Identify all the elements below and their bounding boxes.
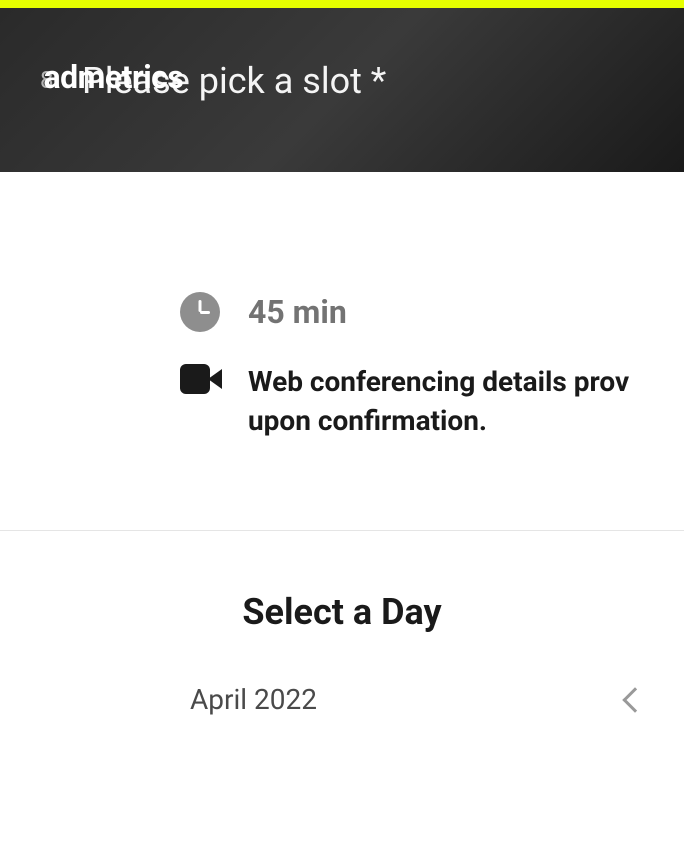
header: 8 admetrics Please pick a slot * — [0, 8, 684, 172]
duration-label: 45 min — [248, 292, 347, 332]
clock-icon — [180, 292, 220, 332]
brand-logo: admetrics — [44, 58, 184, 96]
divider — [0, 530, 684, 531]
accent-bar — [0, 0, 684, 8]
month-label: April 2022 — [190, 683, 317, 716]
duration-row: 45 min — [0, 292, 684, 362]
month-navigation: April 2022 — [0, 633, 684, 716]
conferencing-label: Web conferencing details prov upon confi… — [248, 362, 684, 440]
chevron-left-icon[interactable] — [622, 687, 647, 712]
select-day-heading: Select a Day — [0, 591, 684, 633]
booking-card: 45 min Web conferencing details prov upo… — [0, 172, 684, 716]
video-icon — [180, 364, 220, 394]
conferencing-row: Web conferencing details prov upon confi… — [0, 362, 684, 470]
